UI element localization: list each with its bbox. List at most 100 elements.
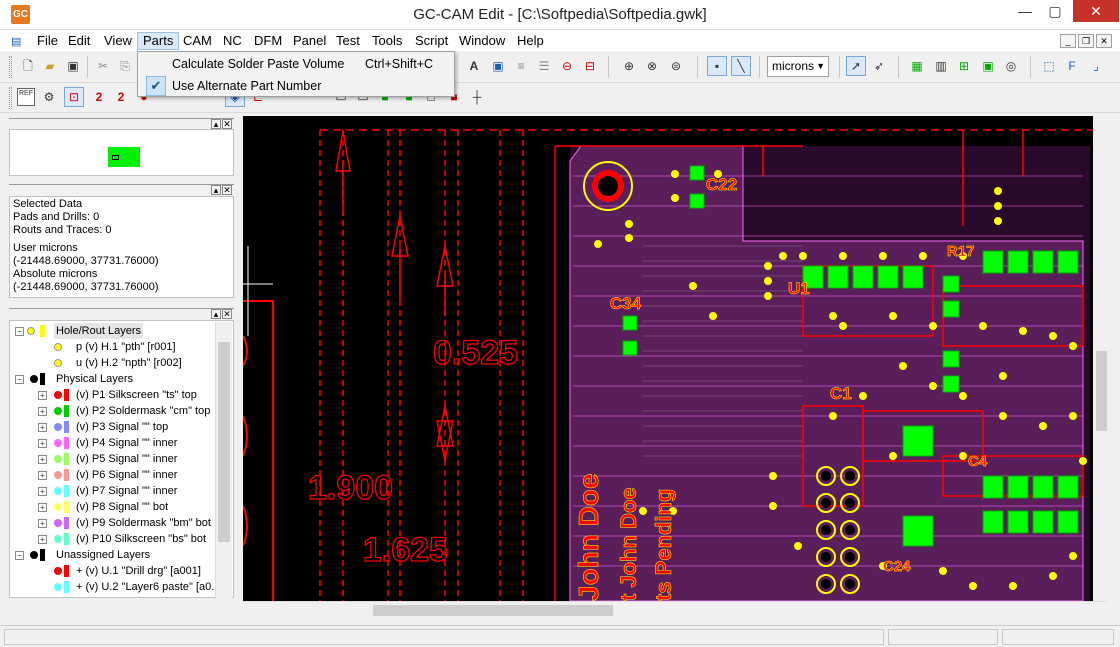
menu-nc[interactable]: NC (218, 32, 247, 50)
expand-icon[interactable]: + (38, 519, 47, 528)
layer-group-physical[interactable]: − Physical Layers (10, 371, 220, 387)
lines-tool-icon[interactable]: ≡ (512, 57, 530, 75)
layer-item[interactable]: u (v) H.2 "npth" [r002] (10, 355, 220, 371)
pin-icon[interactable]: ▴ (211, 309, 221, 319)
mdi-close-icon[interactable]: ✕ (1096, 34, 1112, 48)
minimize-button[interactable]: — (1010, 0, 1040, 22)
layer-item[interactable]: + (v) P9 Soldermask "bm" bot (10, 515, 220, 531)
rectangle-tool-icon[interactable]: ▣ (489, 57, 507, 75)
expand-icon[interactable]: + (38, 471, 47, 480)
zoom-extents-icon[interactable]: ⊜ (667, 57, 685, 75)
collapse-icon[interactable]: − (15, 551, 24, 560)
ref-designator-icon[interactable]: REF (17, 88, 35, 106)
collapse-icon[interactable]: − (15, 375, 24, 384)
menu-view[interactable]: View (99, 32, 137, 50)
panel-close-icon[interactable]: ✕ (222, 119, 232, 129)
open-folder-icon[interactable]: ▰ (41, 57, 59, 75)
save-icon[interactable]: ▣ (64, 57, 82, 75)
info-absolute-coords: (-21448.69000, 37731.76000) (13, 281, 159, 293)
circle-tool-icon[interactable]: ⊖ (558, 57, 576, 75)
menu-tools[interactable]: Tools (367, 32, 407, 50)
layer-grid-icon[interactable]: ▦ (908, 57, 926, 75)
layer-item[interactable]: + (v) P3 Signal "" top (10, 419, 220, 435)
pcb-canvas[interactable]: 0.525 1.900 1.625 C22 C34 U1 C1 R17 C4 C… (243, 116, 1107, 601)
expand-icon[interactable]: + (38, 455, 47, 464)
expand-icon[interactable]: + (38, 503, 47, 512)
layer-item[interactable]: p (v) H.1 "pth" [r001] (10, 339, 220, 355)
menu-panel[interactable]: Panel (288, 32, 331, 50)
menu-edit[interactable]: Edit (63, 32, 95, 50)
layer-item[interactable]: + (v) P6 Signal "" inner (10, 467, 220, 483)
pin-icon[interactable]: ▴ (211, 185, 221, 195)
layer-item[interactable]: + (v) P8 Signal "" bot (10, 499, 220, 515)
pad-icon[interactable]: ▣ (979, 57, 997, 75)
inspect-icon[interactable]: ◎ (1002, 57, 1020, 75)
panel-close-icon[interactable]: ✕ (222, 309, 232, 319)
menu-dfm[interactable]: DFM (249, 32, 287, 50)
toolbar-grip[interactable] (9, 87, 12, 109)
layer-group-hole-rout[interactable]: − Hole/Rout Layers (10, 323, 220, 339)
menu-parts[interactable]: Parts (137, 32, 180, 50)
layer-item[interactable]: + (v) P4 Signal "" inner (10, 435, 220, 451)
crosshair-icon[interactable]: ┼ (468, 88, 486, 106)
collapse-icon[interactable]: − (15, 327, 24, 336)
layer-item[interactable]: + (v) P1 Silkscreen "ts" top (10, 387, 220, 403)
stack-tool-icon[interactable]: ☰ (535, 57, 553, 75)
menu-item-use-alternate-part-number[interactable]: ✔ Use Alternate Part Number (140, 75, 452, 97)
expand-icon[interactable]: + (38, 487, 47, 496)
menu-script[interactable]: Script (410, 32, 453, 50)
frame-icon[interactable]: F (1063, 57, 1081, 75)
expand-icon[interactable]: + (38, 423, 47, 432)
menu-help[interactable]: Help (512, 32, 549, 50)
zoom-window-icon[interactable]: ⊗ (643, 57, 661, 75)
corner-icon[interactable]: ⌟ (1087, 57, 1105, 75)
scrollbar-thumb[interactable] (1096, 351, 1107, 431)
toolbar-grip[interactable] (9, 56, 12, 78)
units-select[interactable]: microns ▼ (767, 56, 829, 77)
gear-icon[interactable]: ⚙ (40, 88, 58, 106)
close-button[interactable]: ✕ (1073, 0, 1119, 22)
dashed-select-icon[interactable]: ⬚ (1040, 57, 1058, 75)
mdi-minimize-icon[interactable]: _ (1060, 34, 1076, 48)
measure-tool-icon[interactable]: ⊟ (581, 57, 599, 75)
snap-line-icon[interactable]: ╲ (731, 56, 751, 76)
expand-icon[interactable]: + (38, 535, 47, 544)
expand-icon[interactable]: + (38, 407, 47, 416)
copy-icon[interactable]: ⎘ (116, 57, 134, 75)
mdi-restore-icon[interactable]: ❐ (1078, 34, 1094, 48)
layer-list-icon[interactable]: ▥ (932, 57, 950, 75)
number-two-plus-icon[interactable]: 2 (112, 88, 130, 106)
scrollbar-thumb[interactable] (218, 342, 230, 542)
expand-icon[interactable]: + (38, 439, 47, 448)
zoom-fit-icon[interactable]: ⊕ (620, 57, 638, 75)
select-arrow-icon[interactable]: ➚ (846, 56, 866, 76)
pin-icon[interactable]: ▴ (211, 119, 221, 129)
expand-icon[interactable]: + (38, 391, 47, 400)
select-edit-icon[interactable]: ➶ (870, 57, 888, 75)
scrollbar-thumb[interactable] (373, 605, 613, 616)
new-file-icon[interactable]: 🗋 (19, 57, 37, 75)
layer-item[interactable]: + (v) U.1 "Drill drg" [a001] (10, 563, 220, 579)
menu-cam[interactable]: CAM (178, 32, 217, 50)
text-tool-icon[interactable]: A (465, 57, 483, 75)
snap-grid-icon[interactable]: ▪ (707, 56, 727, 76)
layer-group-unassigned[interactable]: − Unassigned Layers (10, 547, 220, 563)
layer-item[interactable]: + (v) P7 Signal "" inner (10, 483, 220, 499)
number-two-icon[interactable]: 2 (90, 88, 108, 106)
menu-window[interactable]: Window (454, 32, 510, 50)
cut-icon[interactable]: ✂ (94, 57, 112, 75)
layer-item[interactable]: + (v) P10 Silkscreen "bs" bot (10, 531, 220, 547)
canvas-vertical-scrollbar[interactable] (1093, 116, 1110, 601)
component-icon[interactable]: ⊞ (955, 57, 973, 75)
net-highlight-icon[interactable]: ⊡ (64, 87, 84, 107)
menu-item-calculate-solder-paste[interactable]: Calculate Solder Paste Volume Ctrl+Shift… (140, 53, 452, 75)
layer-item[interactable]: + (v) P5 Signal "" inner (10, 451, 220, 467)
canvas-horizontal-scrollbar[interactable] (243, 601, 1107, 618)
layer-item[interactable]: + (v) P2 Soldermask "cm" top (10, 403, 220, 419)
menu-file[interactable]: File (32, 32, 63, 50)
menu-test[interactable]: Test (331, 32, 365, 50)
panel-close-icon[interactable]: ✕ (222, 185, 232, 195)
layer-item[interactable]: + (v) U.2 "Layer6 paste" [a0... (10, 579, 220, 595)
layers-scrollbar[interactable] (215, 322, 232, 599)
maximize-button[interactable]: ▢ (1040, 0, 1070, 22)
